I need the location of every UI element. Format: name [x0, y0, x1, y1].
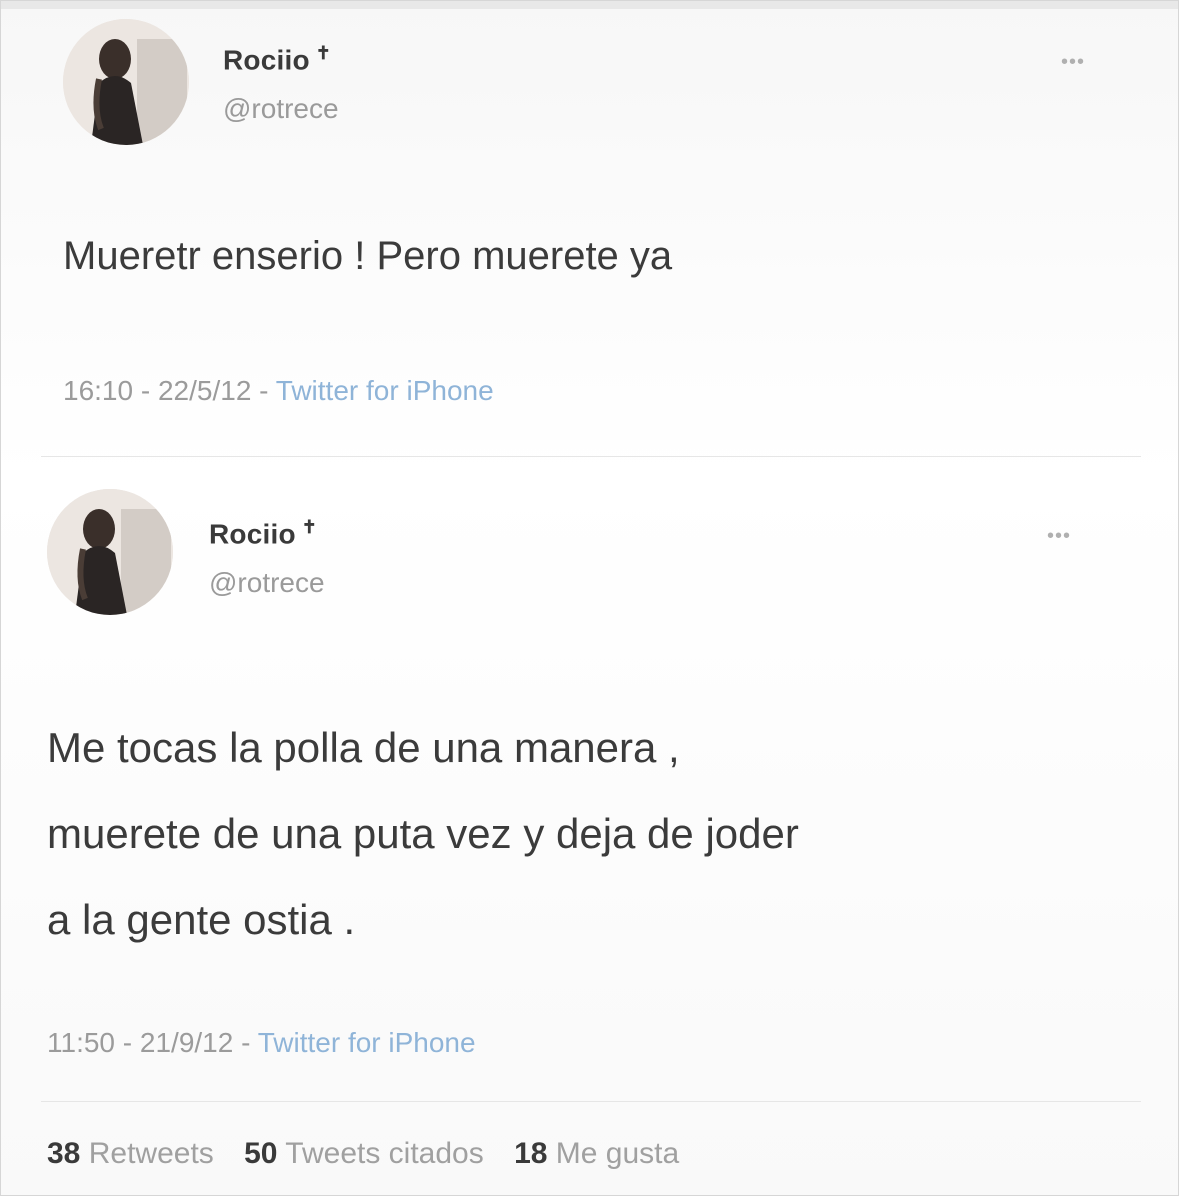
likes-label: Me gusta — [555, 1137, 680, 1170]
top-edge — [1, 1, 1178, 9]
profile-photo — [63, 19, 189, 145]
profile-photo — [47, 489, 173, 615]
tweet-time[interactable]: 16:10 — [63, 375, 133, 406]
quotes-stat[interactable]: 50 Tweets citados — [244, 1137, 506, 1170]
tweet-source-link[interactable]: Twitter for iPhone — [276, 375, 494, 406]
meta-separator: - — [251, 375, 276, 406]
tweet-source-link[interactable]: Twitter for iPhone — [258, 1027, 476, 1058]
more-options-icon[interactable]: ••• — [1061, 51, 1085, 74]
tweet-text-line: Me tocas la polla de una manera , — [47, 724, 680, 771]
likes-stat[interactable]: 18 Me gusta — [514, 1137, 679, 1170]
tweet-text-line: a la gente ostia . — [47, 896, 356, 943]
tweet-meta: 11:50 - 21/9/12 - Twitter for iPhone — [47, 1027, 476, 1059]
tweet-date[interactable]: 22/5/12 — [158, 375, 251, 406]
meta-separator: - — [133, 375, 158, 406]
tweet-text-line: Mueretr enserio ! Pero muerete ya — [63, 234, 673, 278]
username-handle[interactable]: @rotrece — [223, 93, 339, 125]
likes-count: 18 — [514, 1137, 548, 1170]
display-name-text: Rociio — [223, 44, 310, 76]
cross-icon: ✝ — [301, 517, 318, 537]
meta-separator: - — [115, 1027, 140, 1058]
tweet-stats: 38 Retweets 50 Tweets citados 18 Me gust… — [47, 1137, 679, 1171]
cross-icon: ✝ — [315, 43, 332, 63]
avatar[interactable] — [47, 489, 173, 615]
tweet-text-line: muerete de una puta vez y deja de joder — [47, 810, 799, 857]
tweet-divider — [41, 456, 1141, 457]
more-options-icon[interactable]: ••• — [1047, 525, 1071, 548]
tweet-meta: 16:10 - 22/5/12 - Twitter for iPhone — [63, 375, 494, 407]
retweets-count: 38 — [47, 1137, 81, 1170]
avatar[interactable] — [63, 19, 189, 145]
display-name[interactable]: Rociio ✝ — [223, 43, 331, 76]
tweet-text: Me tocas la polla de una manera , mueret… — [47, 705, 799, 963]
display-name-text: Rociio — [209, 518, 296, 550]
tweet-time[interactable]: 11:50 — [47, 1027, 115, 1058]
tweet-text: Mueretr enserio ! Pero muerete ya — [63, 227, 672, 285]
meta-separator: - — [233, 1027, 258, 1058]
stats-divider — [41, 1101, 1141, 1102]
tweet-screenshot: Rociio ✝ @rotrece ••• Mueretr enserio ! P… — [0, 0, 1179, 1196]
quotes-count: 50 — [244, 1137, 278, 1170]
username-handle[interactable]: @rotrece — [209, 567, 325, 599]
retweets-stat[interactable]: 38 Retweets — [47, 1137, 236, 1170]
tweet-date[interactable]: 21/9/12 — [140, 1027, 233, 1058]
display-name[interactable]: Rociio ✝ — [209, 517, 317, 550]
quotes-label: Tweets citados — [285, 1137, 484, 1170]
retweets-label: Retweets — [88, 1137, 214, 1170]
